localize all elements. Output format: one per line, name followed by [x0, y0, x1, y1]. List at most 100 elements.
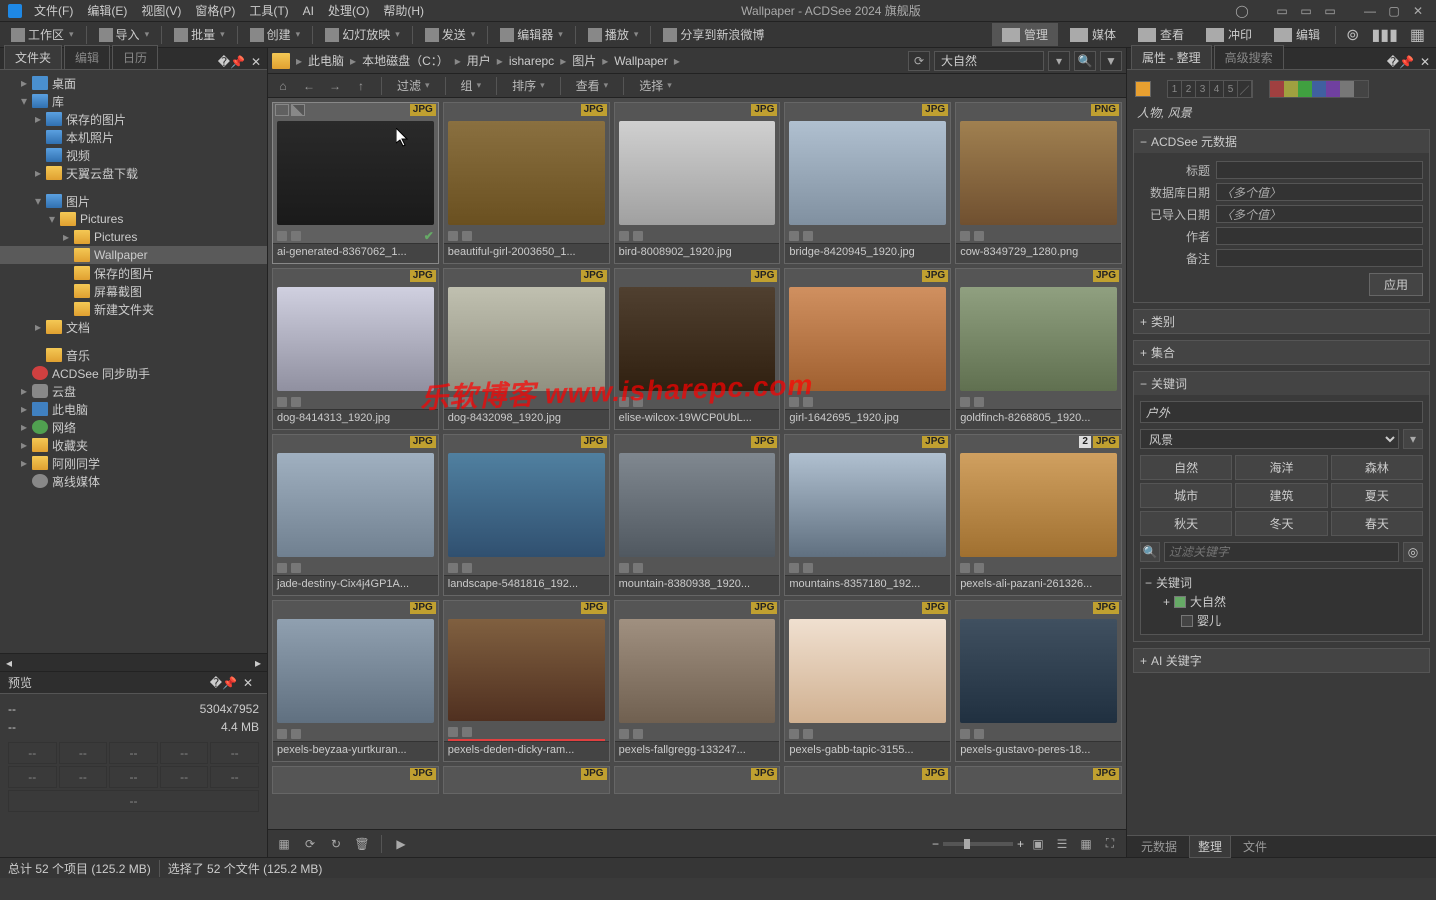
btab-organize[interactable]: 整理: [1189, 835, 1231, 858]
filter-icon[interactable]: ▼: [1100, 51, 1122, 71]
zoom-extra-2-icon[interactable]: ☰: [1052, 834, 1072, 854]
menu-edit[interactable]: 编辑(E): [81, 0, 133, 21]
menu-tools[interactable]: 工具(T): [243, 0, 294, 21]
mode-media[interactable]: 媒体: [1060, 23, 1126, 46]
tree-node-天翼云盘下载[interactable]: ▸天翼云盘下载: [0, 164, 267, 182]
tree-node-云盘[interactable]: ▸云盘: [0, 382, 267, 400]
tree-twisty-icon[interactable]: ▸: [18, 438, 30, 452]
zoom-out-icon[interactable]: −: [932, 837, 939, 851]
thumbnail[interactable]: JPG: [614, 766, 781, 794]
preview-close-icon[interactable]: ✕: [243, 676, 253, 690]
crumb-seg[interactable]: isharepc: [505, 52, 558, 70]
create-button[interactable]: 创建: [245, 24, 306, 45]
maximize-icon[interactable]: ▢: [1384, 3, 1404, 19]
quick-keyword[interactable]: 秋天: [1140, 511, 1232, 536]
thumbnail[interactable]: 2JPG pexels-ali-pazani-261326...: [955, 434, 1122, 596]
thumbnail[interactable]: JPG pexels-gabb-tapic-3155...: [784, 600, 951, 762]
search-icon[interactable]: 🔍: [1074, 51, 1096, 71]
thumbnail[interactable]: JPG: [955, 766, 1122, 794]
thumbnail[interactable]: JPG landscape-5481816_192...: [443, 434, 610, 596]
tree-node-桌面[interactable]: ▸桌面: [0, 74, 267, 92]
nav-up-icon[interactable]: ↑: [352, 77, 370, 95]
keyword-preset-dropdown-icon[interactable]: ▾: [1403, 429, 1423, 449]
thumbnail[interactable]: JPG bridge-8420945_1920.jpg: [784, 102, 951, 264]
refresh-icon[interactable]: ⟳: [908, 51, 930, 71]
tree-node-新建文件夹[interactable]: 新建文件夹: [0, 300, 267, 318]
thumbnail[interactable]: JPG pexels-beyzaa-yurtkuran...: [272, 600, 439, 762]
minimize-icon[interactable]: —: [1360, 3, 1380, 19]
crumb-seg[interactable]: 图片: [568, 52, 600, 70]
thumbnail[interactable]: JPG jade-destiny-Cix4j4GP1A...: [272, 434, 439, 596]
close-icon[interactable]: ✕: [1408, 3, 1428, 19]
sort-dropdown[interactable]: 排序: [508, 75, 549, 96]
tree-node-视频[interactable]: 视频: [0, 146, 267, 164]
tree-node-Pictures[interactable]: ▸Pictures: [0, 228, 267, 246]
right-pin-icon[interactable]: �📌: [1387, 55, 1414, 69]
editor-button[interactable]: 编辑器: [495, 24, 568, 45]
mode-extra-3-icon[interactable]: ▦: [1405, 23, 1430, 47]
tb-icon-4[interactable]: 🗑: [352, 834, 372, 854]
nav-home-icon[interactable]: ⌂: [274, 77, 292, 95]
search-dropdown-icon[interactable]: ▾: [1048, 51, 1070, 71]
tree-twisty-icon[interactable]: ▸: [18, 76, 30, 90]
filter-dropdown[interactable]: 过滤: [393, 75, 434, 96]
thumbnail[interactable]: JPG dog-8432098_1920.jpg: [443, 268, 610, 430]
menu-panes[interactable]: 窗格(P): [189, 0, 241, 21]
thumbnail-area[interactable]: JPG ✔ ai-generated-8367062_1...JPG beaut…: [268, 98, 1126, 829]
tab-folders[interactable]: 文件夹: [4, 45, 62, 69]
tree-node-图片[interactable]: ▾图片: [0, 192, 267, 210]
tree-twisty-icon[interactable]: ▾: [46, 212, 58, 226]
send-button[interactable]: 发送: [420, 24, 481, 45]
mode-view[interactable]: 查看: [1128, 23, 1194, 46]
thumbnail[interactable]: JPG mountain-8380938_1920...: [614, 434, 781, 596]
tb-icon-5[interactable]: ▶: [391, 834, 411, 854]
mode-manage[interactable]: 管理: [992, 23, 1058, 46]
tab-properties[interactable]: 属性 - 整理: [1131, 45, 1212, 69]
quick-keyword[interactable]: 城市: [1140, 483, 1232, 508]
menu-file[interactable]: 文件(F): [28, 0, 79, 21]
quick-keyword[interactable]: 森林: [1331, 455, 1423, 480]
menu-help[interactable]: 帮助(H): [377, 0, 430, 21]
tree-twisty-icon[interactable]: ▸: [18, 456, 30, 470]
tb-icon-2[interactable]: ⟳: [300, 834, 320, 854]
thumbnail[interactable]: JPG dog-8414313_1920.jpg: [272, 268, 439, 430]
mode-extra-2-icon[interactable]: ▮▮▮: [1366, 23, 1402, 47]
keyword-tree[interactable]: −关键词 +大自然 婴儿: [1140, 568, 1423, 635]
tree-twisty-icon[interactable]: ▾: [32, 194, 44, 208]
layout-2-icon[interactable]: ▭: [1296, 3, 1316, 19]
thumbnail[interactable]: JPG pexels-fallgregg-133247...: [614, 600, 781, 762]
tree-node-屏幕截图[interactable]: 屏幕截图: [0, 282, 267, 300]
nav-back-icon[interactable]: ←: [300, 77, 318, 95]
keyword-checkbox[interactable]: [1181, 615, 1193, 627]
breadcrumb[interactable]: ▸ 此电脑▸本地磁盘（C：）▸用户▸isharepc▸图片▸Wallpaper▸: [272, 52, 904, 69]
tree-node-文档[interactable]: ▸文档: [0, 318, 267, 336]
keyword-filter-input[interactable]: [1164, 542, 1399, 562]
tb-icon-3[interactable]: ↻: [326, 834, 346, 854]
tree-node-库[interactable]: ▾库: [0, 92, 267, 110]
collection-header[interactable]: +集合: [1134, 341, 1429, 364]
current-color-swatch[interactable]: [1135, 81, 1151, 97]
nav-forward-icon[interactable]: →: [326, 77, 344, 95]
keyword-preset-select[interactable]: 风景: [1140, 429, 1399, 449]
tree-twisty-icon[interactable]: ▾: [18, 94, 30, 108]
thumbnail[interactable]: JPG ✔ ai-generated-8367062_1...: [272, 102, 439, 264]
ai-keywords-header[interactable]: +AI 关键字: [1134, 649, 1429, 672]
color-label-swatches[interactable]: [1269, 80, 1369, 98]
tree-twisty-icon[interactable]: ▸: [60, 230, 72, 244]
view-dropdown[interactable]: 查看: [572, 75, 613, 96]
batch-button[interactable]: 批量: [169, 24, 230, 45]
thumbnail[interactable]: JPG elise-wilcox-19WCP0UbL...: [614, 268, 781, 430]
thumbnail[interactable]: JPG pexels-deden-dicky-ram...: [443, 600, 610, 762]
thumbnail[interactable]: PNG cow-8349729_1280.png: [955, 102, 1122, 264]
tree-node-此电脑[interactable]: ▸此电脑: [0, 400, 267, 418]
import-button[interactable]: 导入: [94, 24, 155, 45]
tree-node-保存的图片[interactable]: ▸保存的图片: [0, 110, 267, 128]
quick-keyword[interactable]: 夏天: [1331, 483, 1423, 508]
menu-view[interactable]: 视图(V): [135, 0, 187, 21]
mode-edit[interactable]: 编辑: [1264, 23, 1330, 46]
tree-node-音乐[interactable]: 音乐: [0, 346, 267, 364]
quick-keyword[interactable]: 海洋: [1235, 455, 1327, 480]
thumbnail[interactable]: JPG beautiful-girl-2003650_1...: [443, 102, 610, 264]
tree-node-ACDSee 同步助手[interactable]: ACDSee 同步助手: [0, 364, 267, 382]
thumbnail[interactable]: JPG mountains-8357180_192...: [784, 434, 951, 596]
